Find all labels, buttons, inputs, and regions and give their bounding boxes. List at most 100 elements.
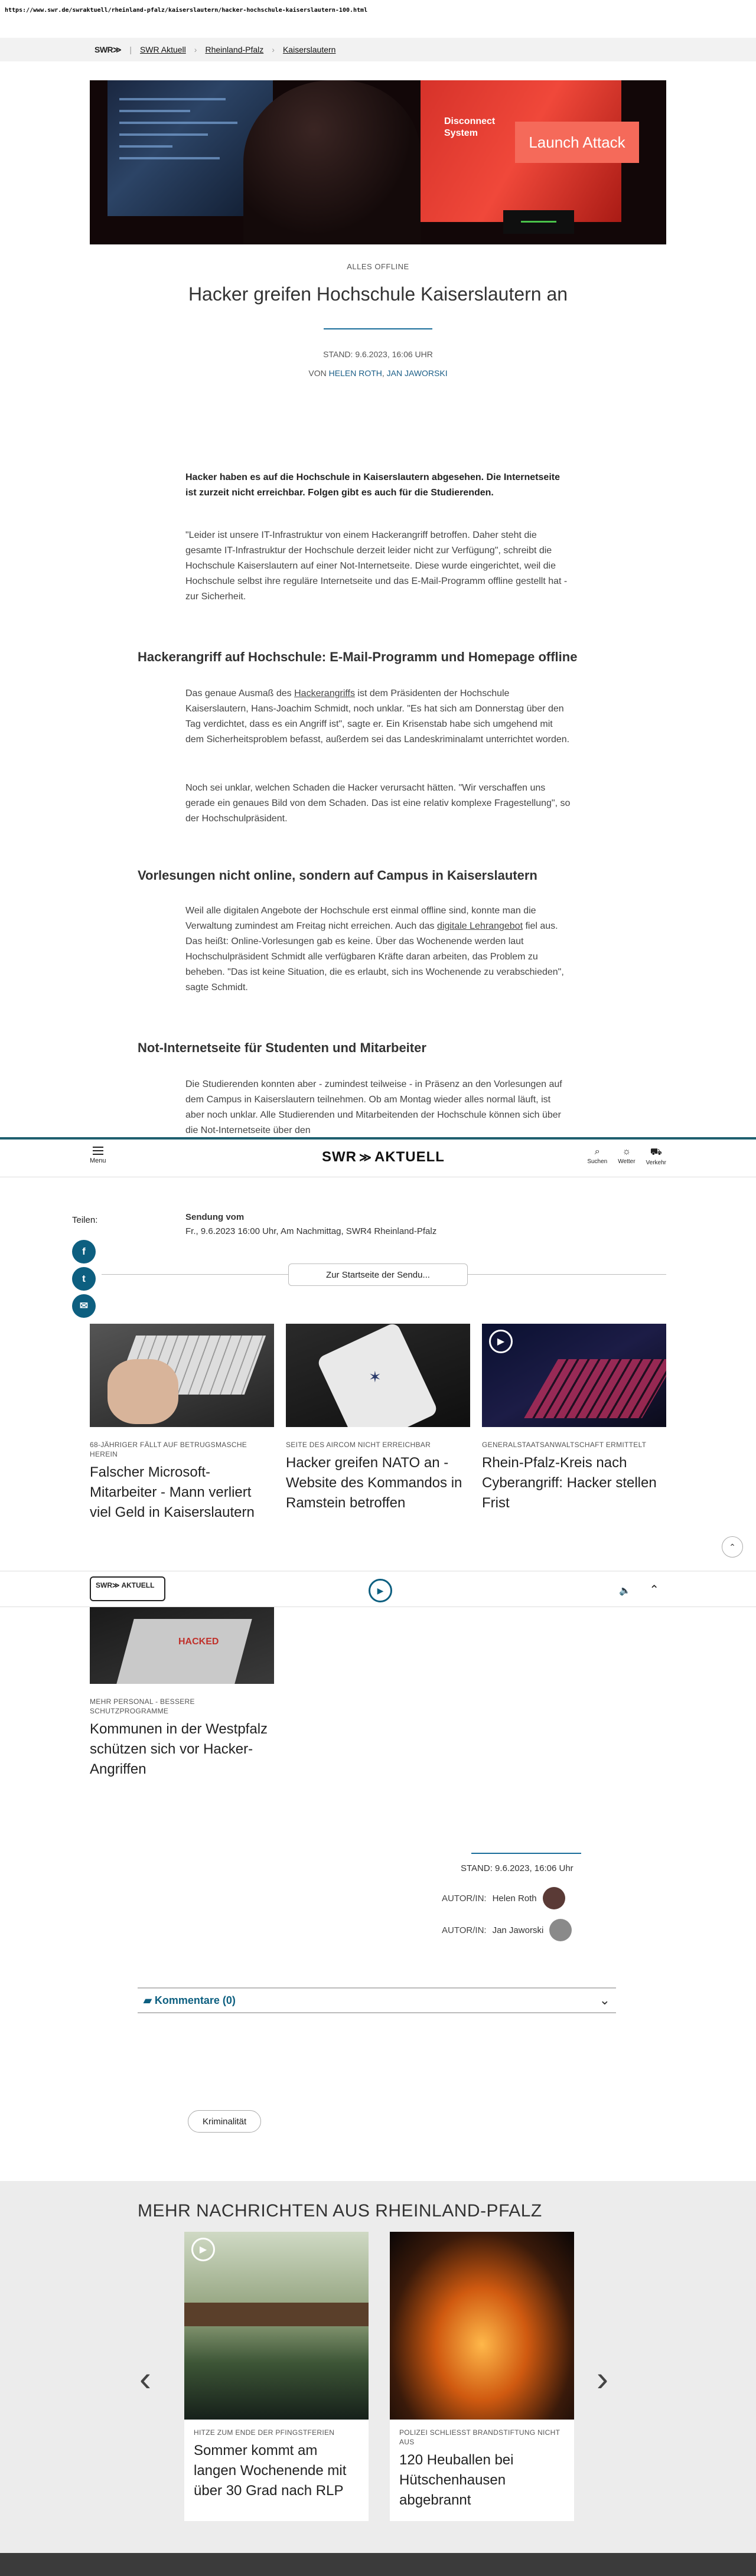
comment-icon: ▰ bbox=[144, 1994, 155, 2006]
article-byline: VON HELEN ROTH, JAN JAWORSKI bbox=[308, 368, 448, 378]
related-card[interactable]: HACKED MEHR PERSONAL - BESSERE SCHUTZPRO… bbox=[90, 1607, 274, 1780]
article-subheading: Hackerangriff auf Hochschule: E-Mail-Pro… bbox=[138, 649, 578, 664]
search-icon: ⌕ bbox=[594, 1147, 600, 1157]
more-news-card-image bbox=[390, 2232, 574, 2420]
breadcrumb-item-kaiserslautern[interactable]: Kaiserslautern bbox=[283, 45, 336, 54]
twitter-icon: t bbox=[82, 1273, 86, 1284]
related-card-category: GENERALSTAATSANWALTSCHAFT ERMITTELT bbox=[482, 1441, 647, 1449]
weather-button[interactable]: ☼ Wetter bbox=[618, 1147, 635, 1166]
traffic-label: Verkehr bbox=[646, 1160, 666, 1166]
menu-button[interactable]: Menu bbox=[90, 1147, 106, 1164]
author-entry[interactable]: AUTOR/IN: Helen Roth bbox=[442, 1887, 565, 1909]
carousel-next-icon[interactable]: › bbox=[597, 2358, 608, 2399]
author-name: Helen Roth bbox=[492, 1893, 537, 1904]
more-news-card[interactable]: POLIZEI SCHLIESST BRANDSTIFTUNG NICHT AU… bbox=[390, 2232, 574, 2521]
byline-author-2[interactable]: JAN JAWORSKI bbox=[387, 368, 448, 378]
more-news-category: HITZE ZUM ENDE DER PFINGSTFERIEN bbox=[194, 2428, 335, 2437]
sticky-header: Menu SWR ≫ AKTUELL ⌕ Suchen ☼ Wetter ⛟ Verkeh… bbox=[0, 1140, 756, 1177]
author-entry[interactable]: AUTOR/IN: Jan Jaworski bbox=[442, 1919, 572, 1941]
more-news-title: Sommer kommt am langen Wochenende mit üb… bbox=[194, 2443, 347, 2499]
sendung-title: Sendung vom bbox=[185, 1212, 245, 1222]
car-icon: ⛟ bbox=[650, 1147, 662, 1157]
related-card-image: HACKED bbox=[90, 1607, 274, 1684]
digitale-lehrangebot-link[interactable]: digitale Lehrangebot bbox=[437, 921, 523, 931]
related-card-title: Rhein-Pfalz-Kreis nach Cyberangriff: Hac… bbox=[482, 1455, 657, 1511]
more-news-category: POLIZEI SCHLIESST BRANDSTIFTUNG NICHT AU… bbox=[399, 2428, 561, 2446]
author-label: AUTOR/IN: bbox=[442, 1925, 487, 1935]
facebook-share-button[interactable]: f bbox=[72, 1240, 96, 1263]
byline-prefix: VON bbox=[308, 368, 327, 378]
sendung-info: Sendung vom Fr., 9.6.2023 16:00 Uhr, Am … bbox=[185, 1210, 436, 1239]
related-card-image: ✶ bbox=[286, 1324, 470, 1427]
more-news-heading: MEHR NACHRICHTEN AUS RHEINLAND-PFALZ bbox=[138, 2201, 542, 2221]
article-lead: Hacker haben es auf die Hochschule in Ka… bbox=[185, 472, 560, 498]
hero-text-1: Disconnect bbox=[444, 116, 496, 126]
header-icons: ⌕ Suchen ☼ Wetter ⛟ Verkehr bbox=[587, 1147, 666, 1166]
tag-kriminalitaet[interactable]: Kriminalität bbox=[188, 2110, 262, 2133]
url-bar: https://www.swr.de/swraktuell/rheinland-… bbox=[5, 7, 368, 14]
comments-toggle[interactable]: ▰ Kommentare (0) ⌄ bbox=[138, 1987, 616, 2013]
related-card-category: MEHR PERSONAL - BESSERE SCHUTZPROGRAMME bbox=[90, 1697, 195, 1715]
breadcrumb-item-swr-aktuell[interactable]: SWR Aktuell bbox=[140, 45, 186, 54]
breadcrumb-separator: › bbox=[272, 45, 275, 54]
player-play-button[interactable]: ▶ bbox=[369, 1579, 392, 1602]
logo-swr: SWR bbox=[322, 1149, 357, 1165]
carousel-prev-icon[interactable]: ‹ bbox=[139, 2358, 151, 2399]
dock-graphic bbox=[184, 2303, 369, 2326]
breadcrumb-item-rheinland-pfalz[interactable]: Rheinland-Pfalz bbox=[205, 45, 263, 54]
article-subheading: Not-Internetseite für Studenten und Mita… bbox=[138, 1040, 426, 1055]
email-share-button[interactable]: ✉ bbox=[72, 1294, 96, 1318]
related-card-image bbox=[90, 1324, 274, 1427]
byline-author-1[interactable]: HELEN ROTH bbox=[329, 368, 382, 378]
audio-player-bar: SWR≫ AKTUELL ▶ 🔈 ⌃ bbox=[0, 1571, 756, 1607]
chevron-down-icon: ⌄ bbox=[599, 1993, 610, 2007]
volume-icon[interactable]: 🔈 bbox=[619, 1585, 631, 1596]
hackerangriffs-link[interactable]: Hackerangriffs bbox=[294, 688, 355, 698]
related-card[interactable]: ▶ GENERALSTAATSANWALTSCHAFT ERMITTELT Rh… bbox=[482, 1324, 666, 1513]
player-logo[interactable]: SWR≫ AKTUELL bbox=[90, 1576, 165, 1601]
scroll-to-top-button[interactable]: ⌃ bbox=[722, 1536, 743, 1558]
comments-label: ▰ Kommentare (0) bbox=[144, 1994, 236, 2007]
hands-graphic bbox=[107, 1359, 178, 1424]
related-card[interactable]: 68-JÄHRIGER FÄLLT AUF BETRUGSMASCHE HERE… bbox=[90, 1324, 274, 1523]
breadcrumb: SWR≫ | SWR Aktuell › Rheinland-Pfalz › K… bbox=[0, 38, 756, 61]
related-card-category: SEITE DES AIRCOM NICHT ERREICHBAR bbox=[286, 1441, 431, 1449]
related-card[interactable]: ✶ SEITE DES AIRCOM NICHT ERREICHBAR Hack… bbox=[286, 1324, 470, 1513]
sendung-startpage-button[interactable]: Zur Startseite der Sendu... bbox=[288, 1263, 468, 1286]
traffic-button[interactable]: ⛟ Verkehr bbox=[646, 1147, 666, 1166]
article-paragraph: Die Studierenden konnten aber - zumindes… bbox=[185, 1079, 562, 1135]
more-news-section: MEHR NACHRICHTEN AUS RHEINLAND-PFALZ ‹ ›… bbox=[0, 2181, 756, 2553]
logo-arrows: ≫ bbox=[359, 1151, 372, 1164]
weather-icon: ☼ bbox=[622, 1147, 631, 1157]
video-play-icon[interactable]: ▶ bbox=[489, 1330, 513, 1353]
menu-icon bbox=[92, 1147, 103, 1155]
avatar bbox=[549, 1919, 572, 1941]
paragraph-text: fiel aus. Das heißt: Online-Vorlesungen … bbox=[185, 921, 564, 992]
twitter-share-button[interactable]: t bbox=[72, 1267, 96, 1291]
search-button[interactable]: ⌕ Suchen bbox=[587, 1147, 607, 1166]
player-expand-chevron-icon[interactable]: ⌃ bbox=[649, 1582, 659, 1597]
hacked-text: HACKED bbox=[178, 1637, 219, 1647]
breadcrumb-separator: › bbox=[194, 45, 197, 54]
article-stand: STAND: 9.6.2023, 16:06 UHR bbox=[323, 350, 433, 359]
laptop-graphic bbox=[116, 1619, 252, 1684]
article-paragraph: "Leider ist unsere IT-Infrastruktur von … bbox=[185, 530, 568, 602]
more-news-title: 120 Heuballen bei Hütschenhausen abgebra… bbox=[399, 2452, 514, 2508]
article-subheading: Vorlesungen nicht online, sondern auf Ca… bbox=[138, 868, 537, 883]
meta-stand: STAND: 9.6.2023, 16:06 Uhr bbox=[461, 1863, 573, 1873]
footer-bar bbox=[0, 2553, 756, 2576]
article-paragraph: Das genaue Ausmaß des Hackerangriffs ist… bbox=[185, 686, 571, 747]
more-news-card[interactable]: ▶ HITZE ZUM ENDE DER PFINGSTFERIEN Somme… bbox=[184, 2232, 369, 2521]
hero-hacker-silhouette bbox=[243, 80, 421, 244]
nato-star-icon: ✶ bbox=[369, 1368, 382, 1386]
logo-aktuell: AKTUELL bbox=[374, 1149, 445, 1165]
swr-aktuell-logo[interactable]: SWR ≫ AKTUELL bbox=[322, 1149, 445, 1165]
swr-logo-small[interactable]: SWR≫ bbox=[94, 45, 122, 55]
hero-text-2: System bbox=[444, 128, 478, 138]
author-name: Jan Jaworski bbox=[492, 1925, 544, 1935]
meta-divider bbox=[471, 1853, 581, 1854]
facebook-icon: f bbox=[82, 1246, 86, 1257]
avatar bbox=[542, 1887, 565, 1909]
video-play-icon[interactable]: ▶ bbox=[191, 2238, 215, 2261]
article-paragraph: Noch sei unklar, welchen Schaden die Hac… bbox=[185, 783, 571, 824]
